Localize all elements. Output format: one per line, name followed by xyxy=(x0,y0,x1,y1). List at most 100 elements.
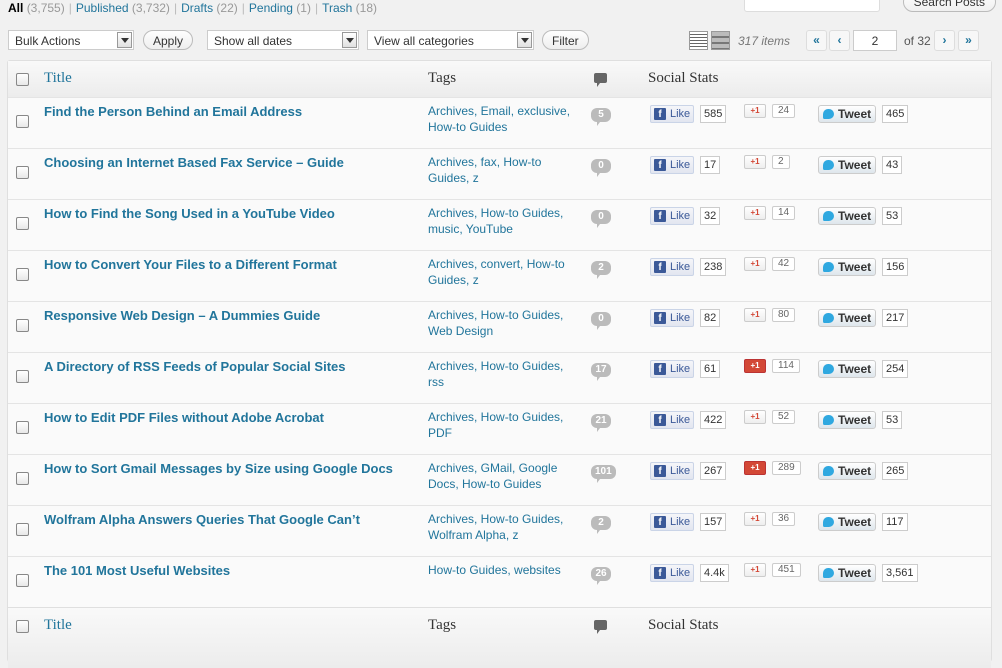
prev-page-button[interactable]: ‹ xyxy=(829,30,850,51)
status-link-trash[interactable]: Trash (18) xyxy=(322,1,377,15)
excerpt-view-icon[interactable] xyxy=(711,31,730,50)
row-checkbox[interactable] xyxy=(16,421,29,434)
post-title-link[interactable]: Choosing an Internet Based Fax Service –… xyxy=(44,155,344,170)
row-checkbox[interactable] xyxy=(16,115,29,128)
facebook-like-button[interactable]: f Like xyxy=(650,105,694,123)
bulk-actions-select[interactable]: Bulk Actions xyxy=(8,30,134,50)
comment-count-bubble[interactable]: 5 xyxy=(591,108,611,126)
row-checkbox[interactable] xyxy=(16,217,29,230)
post-title-link[interactable]: The 101 Most Useful Websites xyxy=(44,563,230,578)
row-checkbox[interactable] xyxy=(16,268,29,281)
facebook-like-button[interactable]: f Like xyxy=(650,462,694,480)
post-tags[interactable]: Archives, How-to Guides, Web Design xyxy=(428,307,578,339)
facebook-like-button[interactable]: f Like xyxy=(650,258,694,276)
google-plus-icon[interactable]: +1 xyxy=(744,155,766,169)
status-link-count: (18) xyxy=(355,1,377,15)
comment-count-bubble[interactable]: 17 xyxy=(591,363,611,381)
tweet-button[interactable]: Tweet xyxy=(818,207,876,225)
separator: | xyxy=(241,1,245,15)
status-link-label: Pending xyxy=(248,1,293,15)
date-filter-select[interactable]: Show all dates xyxy=(207,30,359,50)
google-plus-icon[interactable]: +1 xyxy=(744,461,766,475)
post-title-link[interactable]: Responsive Web Design – A Dummies Guide xyxy=(44,308,320,323)
google-plus-icon[interactable]: +1 xyxy=(744,308,766,322)
post-title-link[interactable]: How to Sort Gmail Messages by Size using… xyxy=(44,461,393,476)
select-all-checkbox-footer[interactable] xyxy=(16,620,29,633)
search-input[interactable] xyxy=(744,0,880,12)
post-tags[interactable]: Archives, Email, exclusive, How-to Guide… xyxy=(428,103,578,135)
title-column-footer[interactable]: Title xyxy=(44,617,72,634)
facebook-like-button[interactable]: f Like xyxy=(650,564,694,582)
google-plus-icon[interactable]: +1 xyxy=(744,359,766,373)
comment-count-bubble[interactable]: 2 xyxy=(591,261,611,279)
facebook-like-button[interactable]: f Like xyxy=(650,513,694,531)
post-tags[interactable]: Archives, How-to Guides, Wolfram Alpha, … xyxy=(428,511,578,543)
comment-count-bubble[interactable]: 26 xyxy=(591,567,611,585)
row-checkbox[interactable] xyxy=(16,472,29,485)
tweet-button[interactable]: Tweet xyxy=(818,258,876,276)
post-title-link[interactable]: How to Convert Your Files to a Different… xyxy=(44,257,337,272)
post-tags[interactable]: Archives, convert, How-to Guides, z xyxy=(428,256,578,288)
post-title-link[interactable]: How to Edit PDF Files without Adobe Acro… xyxy=(44,410,324,425)
facebook-like-button[interactable]: f Like xyxy=(650,156,694,174)
facebook-like-count: 32 xyxy=(700,207,721,225)
row-checkbox[interactable] xyxy=(16,166,29,179)
google-plus-icon[interactable]: +1 xyxy=(744,410,766,424)
post-tags[interactable]: How-to Guides, websites xyxy=(428,562,578,578)
status-link-drafts[interactable]: Drafts (22) xyxy=(181,1,238,15)
status-link-all[interactable]: All (3,755) xyxy=(8,1,65,15)
comment-count-bubble[interactable]: 0 xyxy=(591,312,611,330)
google-plus-icon[interactable]: +1 xyxy=(744,257,766,271)
post-tags[interactable]: Archives, GMail, Google Docs, How-to Gui… xyxy=(428,460,578,492)
post-title-link[interactable]: Wolfram Alpha Answers Queries That Googl… xyxy=(44,512,360,527)
tweet-button[interactable]: Tweet xyxy=(818,156,876,174)
list-view-icon[interactable] xyxy=(689,31,708,50)
comment-count-bubble[interactable]: 101 xyxy=(591,465,616,483)
post-title-link[interactable]: How to Find the Song Used in a YouTube V… xyxy=(44,206,335,221)
comment-count-bubble[interactable]: 0 xyxy=(591,159,611,177)
google-plus-icon[interactable]: +1 xyxy=(744,104,766,118)
comment-count-bubble[interactable]: 2 xyxy=(591,516,611,534)
facebook-like-button[interactable]: f Like xyxy=(650,360,694,378)
google-plus-count: 42 xyxy=(772,257,796,271)
post-tags[interactable]: Archives, How-to Guides, rss xyxy=(428,358,578,390)
row-checkbox[interactable] xyxy=(16,574,29,587)
tweet-button[interactable]: Tweet xyxy=(818,105,876,123)
comment-count-bubble[interactable]: 21 xyxy=(591,414,611,432)
post-tags[interactable]: Archives, How-to Guides, PDF xyxy=(428,409,578,441)
tweet-button[interactable]: Tweet xyxy=(818,360,876,378)
select-all-checkbox[interactable] xyxy=(16,73,29,86)
table-header: Title Tags Social Stats xyxy=(8,61,991,98)
row-checkbox[interactable] xyxy=(16,523,29,536)
post-tags[interactable]: Archives, fax, How-to Guides, z xyxy=(428,154,578,186)
row-checkbox[interactable] xyxy=(16,370,29,383)
status-link-published[interactable]: Published (3,732) xyxy=(76,1,170,15)
tweet-button[interactable]: Tweet xyxy=(818,564,876,582)
like-label: Like xyxy=(670,516,691,528)
comment-count-bubble[interactable]: 0 xyxy=(591,210,611,228)
tweet-button[interactable]: Tweet xyxy=(818,462,876,480)
filter-button[interactable]: Filter xyxy=(542,30,589,50)
status-link-pending[interactable]: Pending (1) xyxy=(249,1,311,15)
google-plus-icon[interactable]: +1 xyxy=(744,512,766,526)
post-title-link[interactable]: A Directory of RSS Feeds of Popular Soci… xyxy=(44,359,345,374)
facebook-like-button[interactable]: f Like xyxy=(650,309,694,327)
next-page-button[interactable]: › xyxy=(934,30,955,51)
category-filter-select[interactable]: View all categories xyxy=(367,30,534,50)
google-plus-icon[interactable]: +1 xyxy=(744,206,766,220)
tweet-button[interactable]: Tweet xyxy=(818,309,876,327)
title-column-header[interactable]: Title xyxy=(44,70,72,87)
tweet-button[interactable]: Tweet xyxy=(818,411,876,429)
first-page-button[interactable]: « xyxy=(806,30,827,51)
tweet-button[interactable]: Tweet xyxy=(818,513,876,531)
facebook-like-button[interactable]: f Like xyxy=(650,411,694,429)
post-title-link[interactable]: Find the Person Behind an Email Address xyxy=(44,104,302,119)
last-page-button[interactable]: » xyxy=(958,30,979,51)
search-posts-button[interactable]: Search Posts xyxy=(902,0,996,12)
facebook-like-button[interactable]: f Like xyxy=(650,207,694,225)
post-tags[interactable]: Archives, How-to Guides, music, YouTube xyxy=(428,205,578,237)
apply-button[interactable]: Apply xyxy=(143,30,194,50)
row-checkbox[interactable] xyxy=(16,319,29,332)
current-page-input[interactable] xyxy=(853,30,897,51)
google-plus-icon[interactable]: +1 xyxy=(744,563,766,577)
